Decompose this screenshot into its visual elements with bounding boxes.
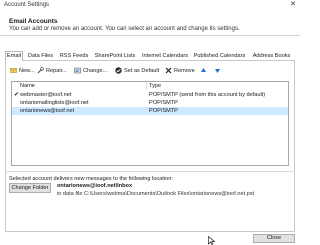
account-type: POP/SMTP <box>149 108 178 114</box>
tab-sharepoint-lists[interactable]: SharePoint Lists <box>91 52 139 61</box>
delivery-description: Selected account delivers new messages t… <box>9 176 173 182</box>
list-header: Name Type <box>12 82 288 90</box>
account-name: webmaster@ioof.net <box>20 92 72 98</box>
remove-button[interactable]: Remove <box>165 66 195 76</box>
set-default-button[interactable]: Set as Default <box>115 66 159 76</box>
account-row[interactable]: ✔ webmaster@ioof.net POP/SMTP (send from… <box>12 91 288 99</box>
change-label: Change... <box>83 68 108 74</box>
mouse-cursor-icon <box>208 235 216 245</box>
account-row[interactable]: ontariomailinglists@ioof.net POP/SMTP <box>12 99 288 107</box>
account-type: POP/SMTP <box>149 100 178 106</box>
account-type: POP/SMTP (send from this account by defa… <box>149 92 266 98</box>
settings-icon <box>74 67 81 74</box>
column-header-name[interactable]: Name <box>20 82 35 90</box>
arrow-up-icon <box>200 67 207 74</box>
close-icon[interactable]: ✕ <box>289 1 297 9</box>
repair-label: Repair... <box>46 68 67 74</box>
change-folder-button[interactable]: Change Folder <box>9 183 51 193</box>
column-header-type[interactable]: Type <box>149 82 161 90</box>
header-divider <box>0 35 300 36</box>
tab-published-calendars[interactable]: Published Calendars <box>191 52 248 61</box>
tab-internet-calendars[interactable]: Internet Calendars <box>139 52 191 61</box>
delivery-folder: ontarionews@ioof.net\Inbox <box>57 183 133 189</box>
column-divider <box>146 82 147 90</box>
default-check-icon: ✔ <box>13 92 20 98</box>
new-label: New... <box>19 68 35 74</box>
footer-divider <box>5 231 295 232</box>
delivery-divider <box>5 171 295 172</box>
set-default-label: Set as Default <box>124 68 160 74</box>
change-button[interactable]: Change... <box>74 66 107 76</box>
accounts-list: Name Type ✔ webmaster@ioof.net POP/SMTP … <box>11 81 289 166</box>
checkmark-circle-icon <box>115 67 122 74</box>
title-bar: Account Settings ✕ <box>0 0 300 10</box>
move-up-button[interactable] <box>200 66 209 76</box>
repair-button[interactable]: Repair... <box>37 66 67 76</box>
wrench-icon <box>37 67 44 74</box>
account-name: ontariomailinglists@ioof.net <box>20 100 89 106</box>
new-icon <box>10 67 17 74</box>
section-title: Email Accounts <box>9 18 58 25</box>
remove-icon <box>165 67 172 74</box>
remove-label: Remove <box>174 68 195 74</box>
move-down-button[interactable] <box>214 66 223 76</box>
tab-rss-feeds[interactable]: RSS Feeds <box>57 52 91 61</box>
close-button[interactable]: Close <box>253 234 295 243</box>
account-row-selected[interactable]: ontarionews@ioof.net POP/SMTP <box>12 107 288 115</box>
tab-strip: Email Data Files RSS Feeds SharePoint Li… <box>5 51 295 61</box>
arrow-down-icon <box>214 67 221 74</box>
section-description: You can add or remove an account. You ca… <box>9 26 240 32</box>
tab-email[interactable]: Email <box>5 51 23 61</box>
data-file-path: in data file C:\Users\webma\Documents\Ou… <box>57 191 255 197</box>
account-name: ontarionews@ioof.net <box>20 108 75 114</box>
window-title: Account Settings <box>4 2 50 8</box>
new-button[interactable]: New... <box>10 66 35 76</box>
tab-address-books[interactable]: Address Books <box>248 52 295 61</box>
tab-data-files[interactable]: Data Files <box>24 52 57 61</box>
